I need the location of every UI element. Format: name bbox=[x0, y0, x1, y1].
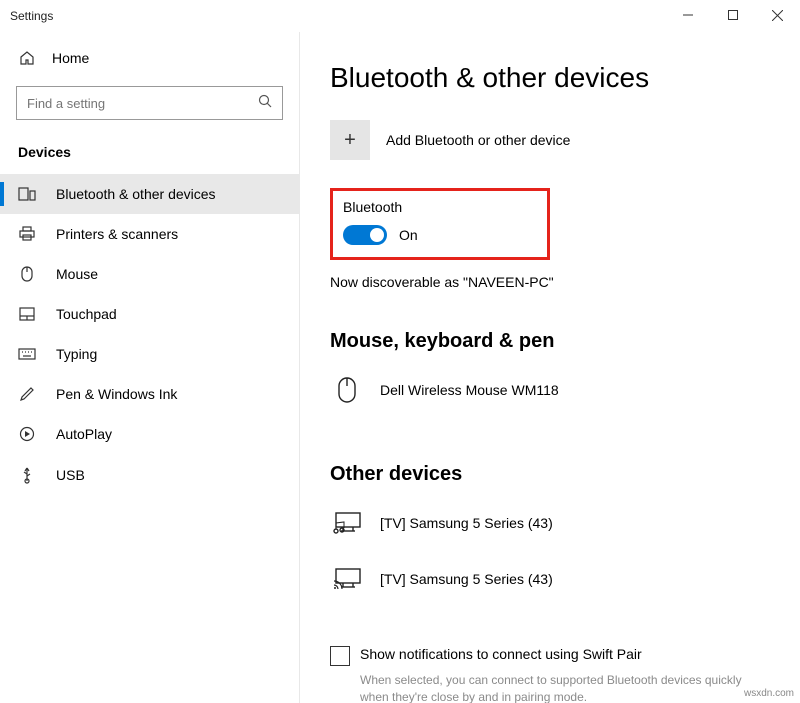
section-other-title: Other devices bbox=[330, 463, 770, 486]
toggle-state: On bbox=[399, 227, 418, 243]
home-label: Home bbox=[52, 50, 89, 66]
discoverable-text: Now discoverable as "NAVEEN-PC" bbox=[330, 274, 770, 290]
bluetooth-label: Bluetooth bbox=[343, 199, 537, 215]
watermark: wsxdn.com bbox=[744, 688, 794, 699]
device-tv-0[interactable]: [TV] Samsung 5 Series (43) bbox=[330, 500, 770, 556]
mouse-device-icon bbox=[330, 373, 364, 407]
usb-icon bbox=[18, 466, 36, 484]
device-label: [TV] Samsung 5 Series (43) bbox=[380, 515, 553, 531]
nav-label: AutoPlay bbox=[56, 426, 112, 442]
nav-label: Typing bbox=[56, 346, 97, 362]
search-container bbox=[16, 86, 283, 120]
swift-pair-checkbox[interactable] bbox=[330, 646, 350, 666]
sidebar: Home Devices Bluetooth & other devices P… bbox=[0, 32, 300, 703]
search-input[interactable] bbox=[16, 86, 283, 120]
tv-cast-icon bbox=[330, 562, 364, 596]
nav-typing[interactable]: Typing bbox=[0, 334, 299, 374]
devices-icon bbox=[18, 187, 36, 201]
content: Home Devices Bluetooth & other devices P… bbox=[0, 32, 800, 703]
sidebar-section-head: Devices bbox=[0, 134, 299, 174]
nav-bluetooth[interactable]: Bluetooth & other devices bbox=[0, 174, 299, 214]
add-label: Add Bluetooth or other device bbox=[386, 132, 570, 148]
main-content: Bluetooth & other devices + Add Bluetoot… bbox=[300, 32, 800, 703]
page-title: Bluetooth & other devices bbox=[330, 62, 770, 94]
nav-usb[interactable]: USB bbox=[0, 454, 299, 496]
pen-icon bbox=[18, 386, 36, 402]
touchpad-icon bbox=[18, 307, 36, 321]
nav-touchpad[interactable]: Touchpad bbox=[0, 294, 299, 334]
device-label: Dell Wireless Mouse WM118 bbox=[380, 382, 559, 398]
close-button[interactable] bbox=[755, 0, 800, 30]
nav-pen[interactable]: Pen & Windows Ink bbox=[0, 374, 299, 414]
search-icon bbox=[258, 94, 273, 109]
bluetooth-toggle-row: On bbox=[343, 225, 537, 245]
toggle-knob bbox=[370, 228, 384, 242]
window-title: Settings bbox=[10, 9, 53, 23]
nav-label: Pen & Windows Ink bbox=[56, 386, 177, 402]
nav-autoplay[interactable]: AutoPlay bbox=[0, 414, 299, 454]
device-label: [TV] Samsung 5 Series (43) bbox=[380, 571, 553, 587]
other-devices-section: Other devices [TV] Samsung 5 Series (43)… bbox=[330, 463, 770, 612]
nav-mouse[interactable]: Mouse bbox=[0, 254, 299, 294]
swift-pair-label: Show notifications to connect using Swif… bbox=[360, 646, 642, 662]
nav-label: Touchpad bbox=[56, 306, 117, 322]
nav-label: USB bbox=[56, 467, 85, 483]
minimize-button[interactable] bbox=[665, 0, 710, 30]
add-button[interactable]: + bbox=[330, 120, 370, 160]
plus-icon: + bbox=[344, 129, 356, 152]
bluetooth-highlight-box: Bluetooth On bbox=[330, 188, 550, 260]
autoplay-icon bbox=[18, 426, 36, 442]
nav-printers[interactable]: Printers & scanners bbox=[0, 214, 299, 254]
swift-pair-help: When selected, you can connect to suppor… bbox=[330, 672, 770, 703]
keyboard-icon bbox=[18, 348, 36, 360]
printer-icon bbox=[18, 226, 36, 242]
titlebar: Settings bbox=[0, 0, 800, 32]
tv-music-icon bbox=[330, 506, 364, 540]
nav-label: Mouse bbox=[56, 266, 98, 282]
mouse-icon bbox=[18, 266, 36, 282]
device-tv-1[interactable]: [TV] Samsung 5 Series (43) bbox=[330, 556, 770, 612]
maximize-button[interactable] bbox=[710, 0, 755, 30]
add-device-row[interactable]: + Add Bluetooth or other device bbox=[330, 120, 770, 160]
home-icon bbox=[18, 50, 36, 66]
device-mouse[interactable]: Dell Wireless Mouse WM118 bbox=[330, 367, 770, 423]
window-controls bbox=[665, 0, 800, 30]
swift-pair-row: Show notifications to connect using Swif… bbox=[330, 646, 770, 666]
section-mouse-title: Mouse, keyboard & pen bbox=[330, 330, 770, 353]
bluetooth-toggle[interactable] bbox=[343, 225, 387, 245]
nav-label: Bluetooth & other devices bbox=[56, 186, 216, 202]
home-nav[interactable]: Home bbox=[0, 40, 299, 76]
nav-label: Printers & scanners bbox=[56, 226, 178, 242]
